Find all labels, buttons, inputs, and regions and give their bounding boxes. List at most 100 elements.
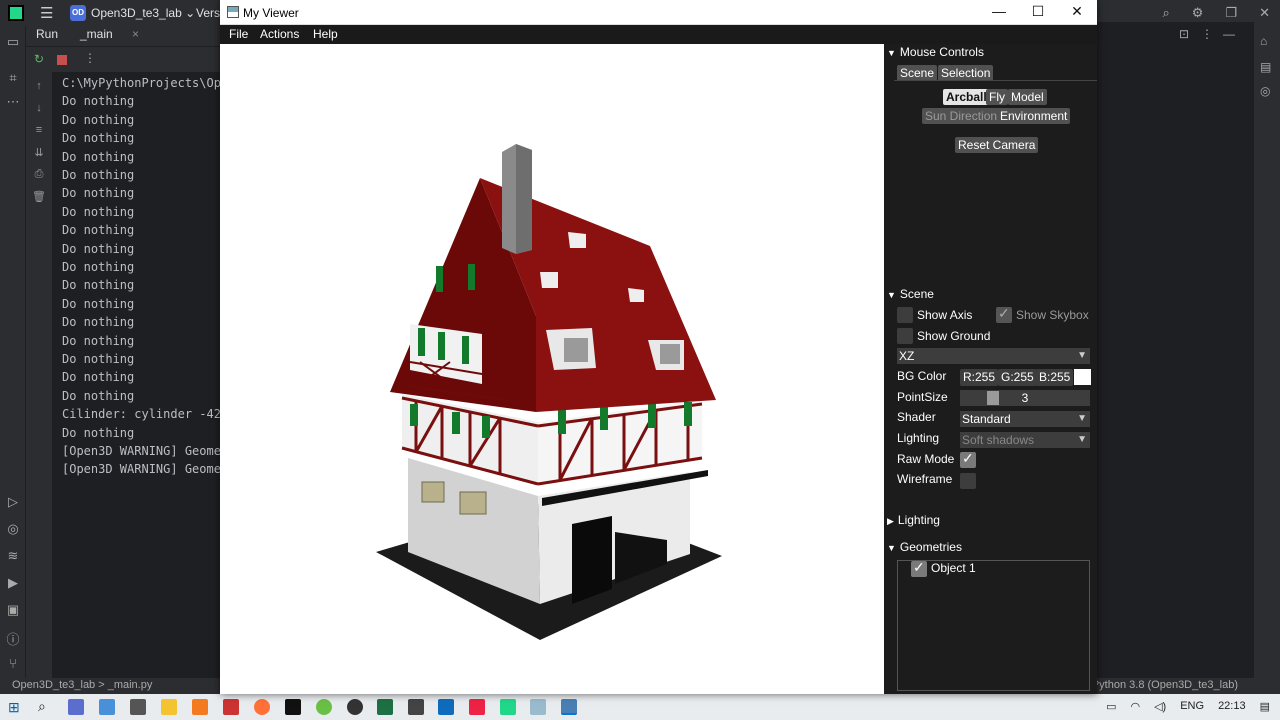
close-icon[interactable]: × <box>132 27 139 41</box>
firefox-icon[interactable] <box>254 699 270 715</box>
section-lighting[interactable]: ▶ Lighting <box>887 513 940 527</box>
trash-icon[interactable]: 🗑 <box>32 190 46 203</box>
tab-selection[interactable]: Selection <box>938 65 994 81</box>
show-ground-checkbox[interactable] <box>897 328 913 344</box>
app-icon[interactable] <box>223 699 239 715</box>
maximize-button[interactable]: ☐ <box>1018 3 1058 23</box>
tab-run[interactable]: Run <box>36 27 58 41</box>
layers-icon[interactable]: ≋ <box>5 548 21 564</box>
more-options-icon[interactable]: ⋮ <box>1201 27 1213 41</box>
restore-icon[interactable]: ❐ <box>1225 5 1237 21</box>
environment-button[interactable]: Environment <box>997 108 1071 124</box>
arcball-button[interactable]: Arcball <box>943 89 990 105</box>
file-explorer-icon[interactable] <box>161 699 177 715</box>
app-icon[interactable] <box>192 699 208 715</box>
arrow-up-icon[interactable]: ↑ <box>32 80 46 92</box>
terminal-icon[interactable] <box>285 699 301 715</box>
section-mouse-controls[interactable]: ▼ Mouse Controls <box>887 45 984 59</box>
show-axis-checkbox[interactable] <box>897 307 913 323</box>
hamburger-menu-icon[interactable]: ☰ <box>40 4 53 22</box>
clock[interactable]: 22:13 <box>1218 700 1246 713</box>
wifi-icon[interactable]: ◠ <box>1130 700 1140 713</box>
geometry-list[interactable]: Object 1 <box>897 559 1090 691</box>
pycharm-icon[interactable] <box>500 699 516 715</box>
model-button[interactable]: Model <box>1008 89 1047 105</box>
app-icon[interactable] <box>347 699 363 715</box>
menu-help[interactable]: Help <box>313 27 338 41</box>
reset-camera-button[interactable]: Reset Camera <box>955 137 1039 153</box>
lighting-select[interactable]: Soft shadows ▼ <box>960 432 1090 448</box>
settings-icon[interactable]: ⚙ <box>1192 5 1204 21</box>
stop-icon[interactable] <box>57 55 67 65</box>
terminal-icon[interactable]: ▣ <box>5 602 21 618</box>
bg-red-field[interactable]: R:255 <box>960 369 999 386</box>
minimize-panel-icon[interactable]: — <box>1223 27 1235 41</box>
search-icon[interactable]: ⌕ <box>38 698 46 715</box>
language-indicator[interactable]: ENG <box>1180 700 1204 713</box>
show-skybox-checkbox[interactable] <box>996 305 1012 323</box>
battery-icon[interactable]: ▭ <box>1106 700 1116 713</box>
fly-button[interactable]: Fly <box>986 89 1008 105</box>
tab-scene[interactable]: Scene <box>897 65 938 81</box>
volume-icon[interactable]: ◁) <box>1154 700 1166 713</box>
ai-assistant-icon[interactable]: ◎ <box>1260 84 1270 98</box>
section-scene[interactable]: ▼ Scene <box>887 287 934 301</box>
app-icon[interactable] <box>316 699 332 715</box>
project-switcher[interactable]: Open3D_te3_lab ⌄ <box>91 6 195 20</box>
scroll-to-end-icon[interactable]: ⇊ <box>32 146 46 159</box>
arrow-down-icon[interactable]: ↓ <box>32 102 46 114</box>
notifications-icon[interactable]: ⌂ <box>1260 34 1267 48</box>
search-icon[interactable]: ⌕ <box>1163 5 1170 21</box>
run-console[interactable]: C:\MyPythonProjects\Open Do nothing Do not… <box>52 72 220 678</box>
menu-actions[interactable]: Actions <box>260 27 299 41</box>
database-icon[interactable]: ▤ <box>1260 60 1271 74</box>
print-icon[interactable]: ⎙ <box>32 168 46 181</box>
soft-wrap-icon[interactable]: ≡ <box>32 124 46 136</box>
menu-file[interactable]: File <box>229 27 248 41</box>
viewer-taskbar-icon[interactable] <box>561 699 577 715</box>
windows-start-icon[interactable]: ⊞ <box>8 699 20 716</box>
close-button[interactable]: ✕ <box>1057 3 1097 23</box>
project-folder-icon[interactable]: ▭ <box>5 34 21 50</box>
app-icon[interactable] <box>68 699 84 715</box>
section-geometries[interactable]: ▼ Geometries <box>887 540 962 554</box>
object-visible-checkbox[interactable] <box>911 559 927 577</box>
interpreter-status[interactable]: Python 3.8 (Open3D_te3_lab) <box>1092 679 1238 691</box>
geometry-item[interactable]: Object 1 <box>931 561 976 575</box>
bg-blue-field[interactable]: B:255 <box>1036 369 1074 386</box>
console-line: Do nothing <box>62 94 135 109</box>
services-icon[interactable]: ▶ <box>5 575 21 591</box>
problems-icon[interactable]: ⓘ <box>5 629 21 647</box>
bg-color-swatch[interactable] <box>1074 369 1091 385</box>
vcs-widget[interactable]: Vers <box>196 6 220 20</box>
settings-icon[interactable] <box>130 699 146 715</box>
structure-icon[interactable]: ⌗ <box>5 70 21 86</box>
app-icon[interactable] <box>99 699 115 715</box>
music-icon[interactable] <box>469 699 485 715</box>
close-icon[interactable]: ✕ <box>1259 5 1270 21</box>
sun-direction-button[interactable]: Sun Direction <box>922 108 1001 124</box>
point-size-slider[interactable]: 3 <box>960 390 1090 406</box>
bg-green-field[interactable]: G:255 <box>998 369 1037 386</box>
breadcrumb[interactable]: Open3D_te3_lab > _main.py <box>12 679 152 691</box>
tab-main[interactable]: _main <box>80 27 113 41</box>
git-icon[interactable]: ⑂ <box>5 656 21 672</box>
outlook-icon[interactable] <box>438 699 454 715</box>
notification-icon[interactable]: ▤ <box>1260 700 1270 713</box>
ground-plane-select[interactable]: XZ ▼ <box>897 348 1090 364</box>
raw-mode-checkbox[interactable] <box>960 450 976 468</box>
app-icon[interactable] <box>530 699 546 715</box>
more-icon[interactable]: ⋯ <box>5 94 21 110</box>
app-icon[interactable] <box>408 699 424 715</box>
shader-select[interactable]: Standard ▼ <box>960 411 1090 427</box>
rerun-icon[interactable]: ↻ <box>34 52 44 66</box>
run-icon[interactable]: ▷ <box>5 494 21 510</box>
read-mode-icon[interactable]: ⊡ <box>1179 27 1189 41</box>
minimize-button[interactable]: — <box>979 3 1019 23</box>
wireframe-checkbox[interactable] <box>960 473 976 489</box>
excel-icon[interactable] <box>377 699 393 715</box>
scene-viewport[interactable] <box>220 44 884 694</box>
console-line: Do nothing <box>62 168 135 182</box>
more-options-icon[interactable]: ⋮ <box>84 51 96 65</box>
python-console-icon[interactable]: ◎ <box>5 521 21 537</box>
